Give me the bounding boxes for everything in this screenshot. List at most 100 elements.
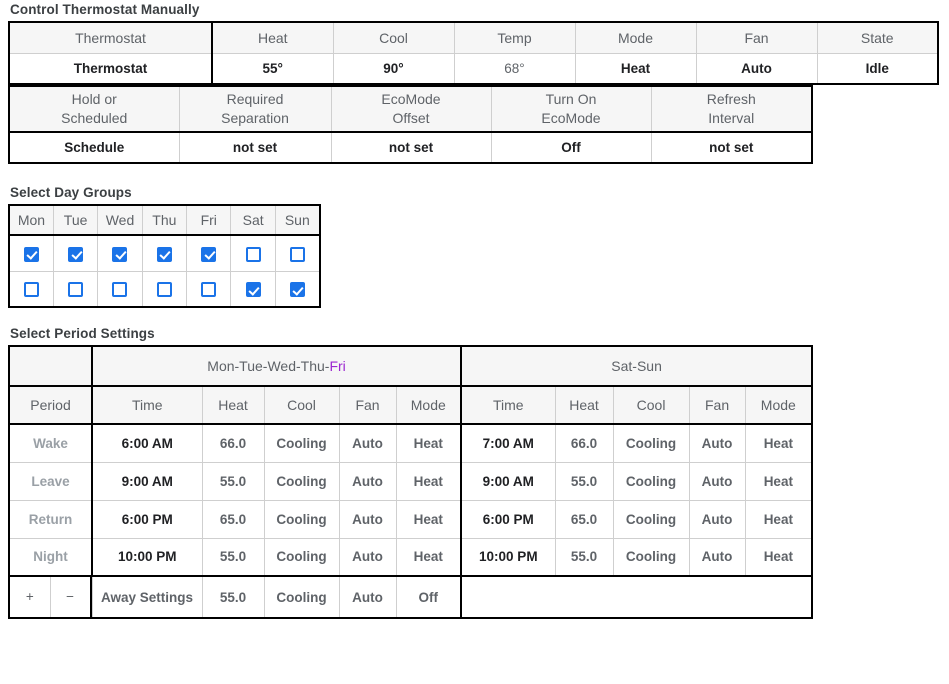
row-night-weekend-cool[interactable]: Cooling xyxy=(612,537,690,577)
row-leave-weekday-fan[interactable]: Auto xyxy=(338,461,397,501)
daygroup1-cell-wed[interactable] xyxy=(97,234,143,272)
row-return-weekday-mode[interactable]: Heat xyxy=(395,499,463,539)
header-weekend-heat: Heat xyxy=(554,385,614,425)
row-wake-weekend-cool[interactable]: Cooling xyxy=(612,423,690,463)
away-settings-label[interactable]: Away Settings xyxy=(91,575,203,619)
header-weekend-fan: Fan xyxy=(688,385,746,425)
checkbox-group2-tue[interactable] xyxy=(68,282,84,298)
away-settings-cool[interactable]: Cooling xyxy=(263,575,340,619)
row-wake-weekend-heat[interactable]: 66.0 xyxy=(554,423,614,463)
checkbox-group2-sat[interactable] xyxy=(245,282,261,298)
daygroup1-cell-sat[interactable] xyxy=(230,234,276,272)
day-header-tue: Tue xyxy=(52,204,99,236)
away-settings-mode[interactable]: Off xyxy=(395,575,463,619)
daygroup1-cell-sun[interactable] xyxy=(274,234,321,272)
row-night-weekday-time[interactable]: 10:00 PM xyxy=(91,537,203,577)
checkbox-group2-thu[interactable] xyxy=(156,282,172,298)
checkbox-group1-mon[interactable] xyxy=(23,246,39,262)
row-leave-period-label: Leave xyxy=(8,461,93,501)
checkbox-group1-wed[interactable] xyxy=(112,246,128,262)
row-leave-weekend-time[interactable]: 9:00 AM xyxy=(460,461,556,501)
checkbox-group2-fri[interactable] xyxy=(201,282,217,298)
cell-turn-on-ecomode[interactable]: Off xyxy=(490,131,652,164)
row-wake-weekday-time[interactable]: 6:00 AM xyxy=(91,423,203,463)
cell-refresh-interval[interactable]: not set xyxy=(650,131,813,164)
checkbox-group1-thu[interactable] xyxy=(156,246,172,262)
row-night-weekday-mode[interactable]: Heat xyxy=(395,537,463,577)
row-return-weekday-fan[interactable]: Auto xyxy=(338,499,397,539)
checkbox-group1-sun[interactable] xyxy=(289,246,305,262)
header-thermostat: Thermostat xyxy=(8,21,213,54)
header-line-2: Interval xyxy=(708,110,755,126)
checkbox-group2-sun[interactable] xyxy=(289,282,305,298)
daygroup2-cell-wed[interactable] xyxy=(97,270,143,308)
cell-ecomode-offset[interactable]: not set xyxy=(330,131,492,164)
daygroup1-cell-mon[interactable] xyxy=(8,234,54,272)
row-return-weekend-cool[interactable]: Cooling xyxy=(612,499,690,539)
row-return-weekend-mode[interactable]: Heat xyxy=(744,499,813,539)
cell-cool-setpoint[interactable]: 90° xyxy=(332,52,455,85)
row-return-weekday-time[interactable]: 6:00 PM xyxy=(91,499,203,539)
daygroup2-cell-mon[interactable] xyxy=(8,270,54,308)
daygroup1-cell-fri[interactable] xyxy=(186,234,232,272)
remove-period-button[interactable]: − xyxy=(50,577,92,617)
cell-heat-setpoint[interactable]: 55° xyxy=(211,52,334,85)
daygroup2-cell-tue[interactable] xyxy=(52,270,99,308)
daygroup2-cell-thu[interactable] xyxy=(141,270,188,308)
cell-hold-or-scheduled[interactable]: Schedule xyxy=(8,131,180,164)
cell-required-separation[interactable]: not set xyxy=(178,131,332,164)
row-wake-weekend-fan[interactable]: Auto xyxy=(688,423,746,463)
daygroup1-cell-tue[interactable] xyxy=(52,234,99,272)
row-wake-weekday-heat[interactable]: 66.0 xyxy=(201,423,265,463)
add-period-button[interactable]: + xyxy=(10,577,51,617)
row-night-weekend-fan[interactable]: Auto xyxy=(688,537,746,577)
row-return-weekday-heat[interactable]: 65.0 xyxy=(201,499,265,539)
row-night-weekday-cool[interactable]: Cooling xyxy=(263,537,340,577)
group-header-weekdays-highlight: Fri xyxy=(329,358,346,374)
row-leave-weekday-mode[interactable]: Heat xyxy=(395,461,463,501)
row-night-weekend-time[interactable]: 10:00 PM xyxy=(460,537,556,577)
row-leave-weekday-time[interactable]: 9:00 AM xyxy=(91,461,203,501)
row-leave-weekend-mode[interactable]: Heat xyxy=(744,461,813,501)
row-leave-weekday-cool[interactable]: Cooling xyxy=(263,461,340,501)
checkbox-group1-fri[interactable] xyxy=(201,246,217,262)
checkbox-group2-wed[interactable] xyxy=(112,282,128,298)
row-return-weekend-heat[interactable]: 65.0 xyxy=(554,499,614,539)
thermostat-status-table: Thermostat Heat Cool Temp Mode Fan State… xyxy=(8,21,939,85)
row-return-weekend-time[interactable]: 6:00 PM xyxy=(460,499,556,539)
row-night-weekend-heat[interactable]: 55.0 xyxy=(554,537,614,577)
checkbox-group1-tue[interactable] xyxy=(68,246,84,262)
daygroup2-cell-sun[interactable] xyxy=(274,270,321,308)
header-line-1: EcoMode xyxy=(381,91,441,107)
cell-mode[interactable]: Heat xyxy=(574,52,697,85)
daygroup2-cell-sat[interactable] xyxy=(230,270,276,308)
daygroup2-cell-fri[interactable] xyxy=(186,270,232,308)
row-return-weekend-fan[interactable]: Auto xyxy=(688,499,746,539)
group-header-empty xyxy=(8,345,93,387)
row-wake-weekday-cool[interactable]: Cooling xyxy=(263,423,340,463)
row-night-weekday-heat[interactable]: 55.0 xyxy=(201,537,265,577)
header-required-separation: Required Separation xyxy=(178,85,332,133)
row-leave-weekend-cool[interactable]: Cooling xyxy=(612,461,690,501)
row-night-weekday-fan[interactable]: Auto xyxy=(338,537,397,577)
row-return-weekday-cool[interactable]: Cooling xyxy=(263,499,340,539)
row-leave-weekend-heat[interactable]: 55.0 xyxy=(554,461,614,501)
cell-fan[interactable]: Auto xyxy=(695,52,818,85)
header-line-1: Hold or xyxy=(71,91,117,107)
daygroup1-cell-thu[interactable] xyxy=(141,234,188,272)
row-wake-weekend-time[interactable]: 7:00 AM xyxy=(460,423,556,463)
row-wake-weekend-mode[interactable]: Heat xyxy=(744,423,813,463)
row-wake-weekday-mode[interactable]: Heat xyxy=(395,423,463,463)
row-night-weekend-mode[interactable]: Heat xyxy=(744,537,813,577)
away-settings-fan[interactable]: Auto xyxy=(338,575,397,619)
header-weekday-heat: Heat xyxy=(201,385,265,425)
day-header-fri: Fri xyxy=(186,204,232,236)
header-weekday-fan: Fan xyxy=(338,385,397,425)
row-wake-weekday-fan[interactable]: Auto xyxy=(338,423,397,463)
row-leave-weekend-fan[interactable]: Auto xyxy=(688,461,746,501)
away-settings-heat[interactable]: 55.0 xyxy=(201,575,265,619)
select-day-groups-label: Select Day Groups xyxy=(10,185,132,200)
row-leave-weekday-heat[interactable]: 55.0 xyxy=(201,461,265,501)
checkbox-group2-mon[interactable] xyxy=(23,282,39,298)
checkbox-group1-sat[interactable] xyxy=(245,246,261,262)
